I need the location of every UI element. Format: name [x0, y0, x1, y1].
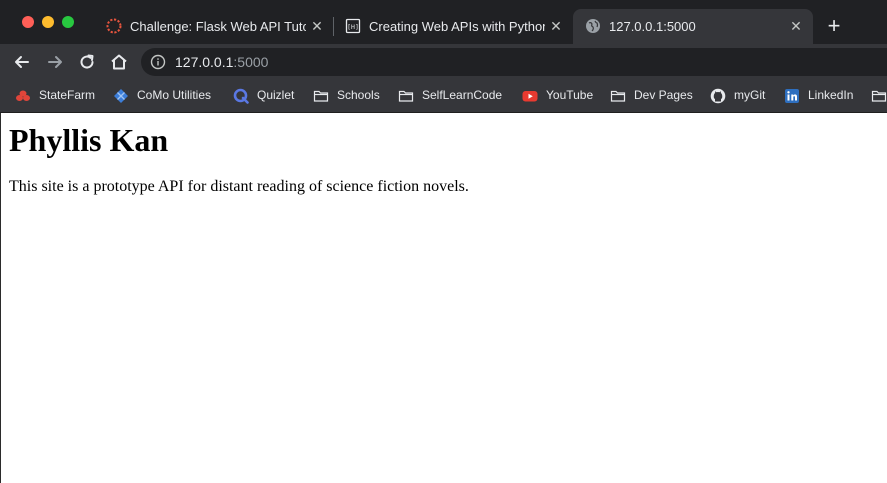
tab-strip: Challenge: Flask Web API Tutor ✕ [H] Cre… [0, 0, 887, 44]
new-tab-button[interactable]: + [823, 15, 845, 37]
globe-icon [586, 19, 600, 33]
tab-title: Creating Web APIs with Python [369, 19, 545, 34]
home-icon[interactable] [109, 52, 129, 72]
tab-close-icon[interactable]: ✕ [788, 18, 804, 34]
quizlet-icon [233, 88, 249, 104]
page-content: Phyllis Kan This site is a prototype API… [0, 113, 887, 483]
tab-close-icon[interactable]: ✕ [309, 18, 325, 34]
bookmark-label: YouTube [546, 88, 594, 102]
bookmark-label: CoMo Utilities [137, 88, 212, 102]
bookmark-label: Quizlet [257, 88, 295, 102]
bookmark-label: StateFarm [39, 88, 96, 102]
statefarm-icon [16, 90, 30, 101]
tab-title: 127.0.0.1:5000 [609, 19, 696, 34]
tab-localhost-active[interactable]: 127.0.0.1:5000 ✕ [573, 9, 813, 44]
url-port: :5000 [233, 54, 269, 70]
back-arrow-icon[interactable] [12, 52, 32, 72]
tab-close-icon[interactable]: ✕ [548, 18, 564, 34]
bookmark-label: SelfLearnCode [422, 88, 503, 102]
close-window-button[interactable] [22, 16, 34, 28]
page-description: This site is a prototype API for distant… [9, 178, 469, 195]
browser-toolbar: 127.0.0.1:5000 [0, 44, 887, 80]
github-icon [710, 88, 726, 104]
tab-title: Challenge: Flask Web API Tutor [130, 19, 306, 34]
linkedin-icon [785, 89, 799, 103]
tab-challenge-flask[interactable]: Challenge: Flask Web API Tutor ✕ [94, 9, 334, 44]
folder-icon [398, 90, 414, 102]
ph-logo-icon: [H] [345, 18, 361, 34]
bookmarks-bar: StateFarm CoMo Utilities Quizlet Schools [0, 80, 887, 113]
page-heading: Phyllis Kan [9, 122, 169, 158]
bookmark-label: LinkedIn [808, 88, 854, 102]
forward-arrow-icon[interactable] [45, 52, 65, 72]
bookmark-label: Schools [337, 88, 380, 102]
folder-icon [313, 90, 329, 102]
url-host: 127.0.0.1 [175, 54, 234, 70]
folder-icon [610, 90, 626, 102]
address-bar[interactable]: 127.0.0.1:5000 [141, 48, 887, 76]
bookmark-label: Dev Pages [634, 88, 693, 102]
dashed-circle-icon [106, 18, 122, 34]
minimize-window-button[interactable] [42, 16, 54, 28]
reload-icon[interactable] [77, 52, 97, 72]
youtube-icon [522, 91, 538, 102]
tab-creating-web-apis[interactable]: [H] Creating Web APIs with Python ✕ [333, 9, 573, 44]
address-url[interactable]: 127.0.0.1:5000 [175, 54, 268, 70]
maximize-window-button[interactable] [62, 16, 74, 28]
folder-icon [871, 90, 887, 102]
browser-window: Challenge: Flask Web API Tutor ✕ [H] Cre… [0, 0, 887, 483]
svg-text:[H]: [H] [347, 23, 359, 31]
como-utilities-icon [114, 89, 128, 103]
bookmark-label: myGit [734, 88, 766, 102]
info-icon[interactable] [150, 54, 166, 70]
